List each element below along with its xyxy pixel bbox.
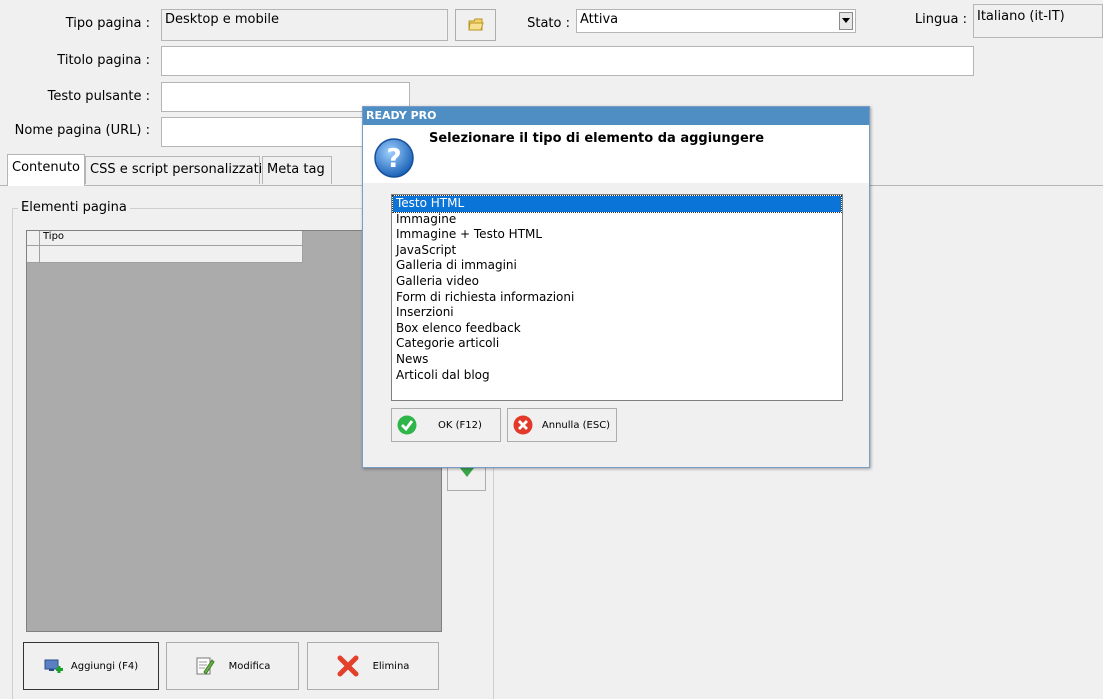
elimina-button[interactable]: Elimina xyxy=(307,642,439,690)
add-monitor-icon xyxy=(44,659,63,673)
list-item[interactable]: Galleria di immagini xyxy=(393,258,841,274)
stato-select[interactable]: Attiva xyxy=(576,9,856,33)
row-header xyxy=(27,246,40,263)
aggiungi-button[interactable]: Aggiungi (F4) xyxy=(23,642,159,690)
chevron-down-icon[interactable] xyxy=(839,12,853,30)
elementi-group-label: Elementi pagina xyxy=(18,200,130,215)
tab-meta-tag[interactable]: Meta tag xyxy=(262,156,332,184)
list-item[interactable]: Immagine + Testo HTML xyxy=(393,227,841,243)
check-icon xyxy=(397,415,417,435)
annulla-button[interactable]: Annulla (ESC) xyxy=(507,408,617,442)
tipo-pagina-label: Tipo pagina : xyxy=(65,16,150,31)
ok-label: OK (F12) xyxy=(438,419,482,431)
tab-css-script[interactable]: CSS e script personalizzati xyxy=(85,156,262,184)
list-item[interactable]: Inserzioni xyxy=(393,305,841,321)
modifica-button[interactable]: Modifica xyxy=(166,642,299,690)
list-item[interactable]: Galleria video xyxy=(393,274,841,290)
cancel-icon xyxy=(513,415,533,435)
dialog-title: READY PRO xyxy=(363,107,869,125)
list-item[interactable]: Testo HTML xyxy=(392,195,842,213)
svg-text:?: ? xyxy=(386,144,401,174)
modifica-label: Modifica xyxy=(228,660,271,672)
annulla-label: Annulla (ESC) xyxy=(541,419,611,431)
grid-corner xyxy=(27,231,40,246)
list-item[interactable]: Form di richiesta informazioni xyxy=(393,290,841,306)
list-item[interactable]: Categorie articoli xyxy=(393,336,841,352)
dialog-header: ? Selezionare il tipo di elemento da agg… xyxy=(363,125,869,183)
list-item[interactable]: Box elenco feedback xyxy=(393,321,841,337)
aggiungi-label: Aggiungi (F4) xyxy=(70,660,139,672)
lingua-label: Lingua : xyxy=(914,12,967,27)
stato-label: Stato : xyxy=(527,16,570,31)
ok-button[interactable]: OK (F12) xyxy=(391,408,501,442)
titolo-pagina-input[interactable] xyxy=(161,46,974,76)
table-row[interactable] xyxy=(40,246,303,263)
column-header-tipo[interactable]: Tipo xyxy=(40,231,303,246)
list-item[interactable]: Articoli dal blog xyxy=(393,368,841,384)
list-item[interactable]: JavaScript xyxy=(393,243,841,259)
nome-pagina-label: Nome pagina (URL) : xyxy=(14,123,150,138)
lingua-field: Italiano (it-IT) xyxy=(973,4,1103,38)
browse-folder-button[interactable] xyxy=(455,9,496,41)
question-icon: ? xyxy=(374,138,414,178)
titolo-pagina-label: Titolo pagina : xyxy=(57,53,150,68)
element-type-dialog: READY PRO ? Selezionare il tipo di eleme… xyxy=(362,106,870,468)
tipo-pagina-field: Desktop e mobile xyxy=(161,9,448,41)
arrow-down-icon xyxy=(459,468,474,477)
elimina-label: Elimina xyxy=(372,660,410,672)
stato-select-value: Attiva xyxy=(580,12,619,27)
list-item[interactable]: Immagine xyxy=(393,212,841,228)
element-type-list[interactable]: Testo HTML Immagine Immagine + Testo HTML J… xyxy=(391,194,843,401)
testo-pulsante-label: Testo pulsante : xyxy=(47,89,150,104)
list-item[interactable]: News xyxy=(393,352,841,368)
delete-x-icon xyxy=(337,655,359,677)
tab-contenuto[interactable]: Contenuto xyxy=(7,154,85,186)
dialog-message: Selezionare il tipo di elemento da aggiu… xyxy=(429,131,765,146)
edit-icon xyxy=(196,657,215,675)
folder-icon xyxy=(467,18,484,31)
